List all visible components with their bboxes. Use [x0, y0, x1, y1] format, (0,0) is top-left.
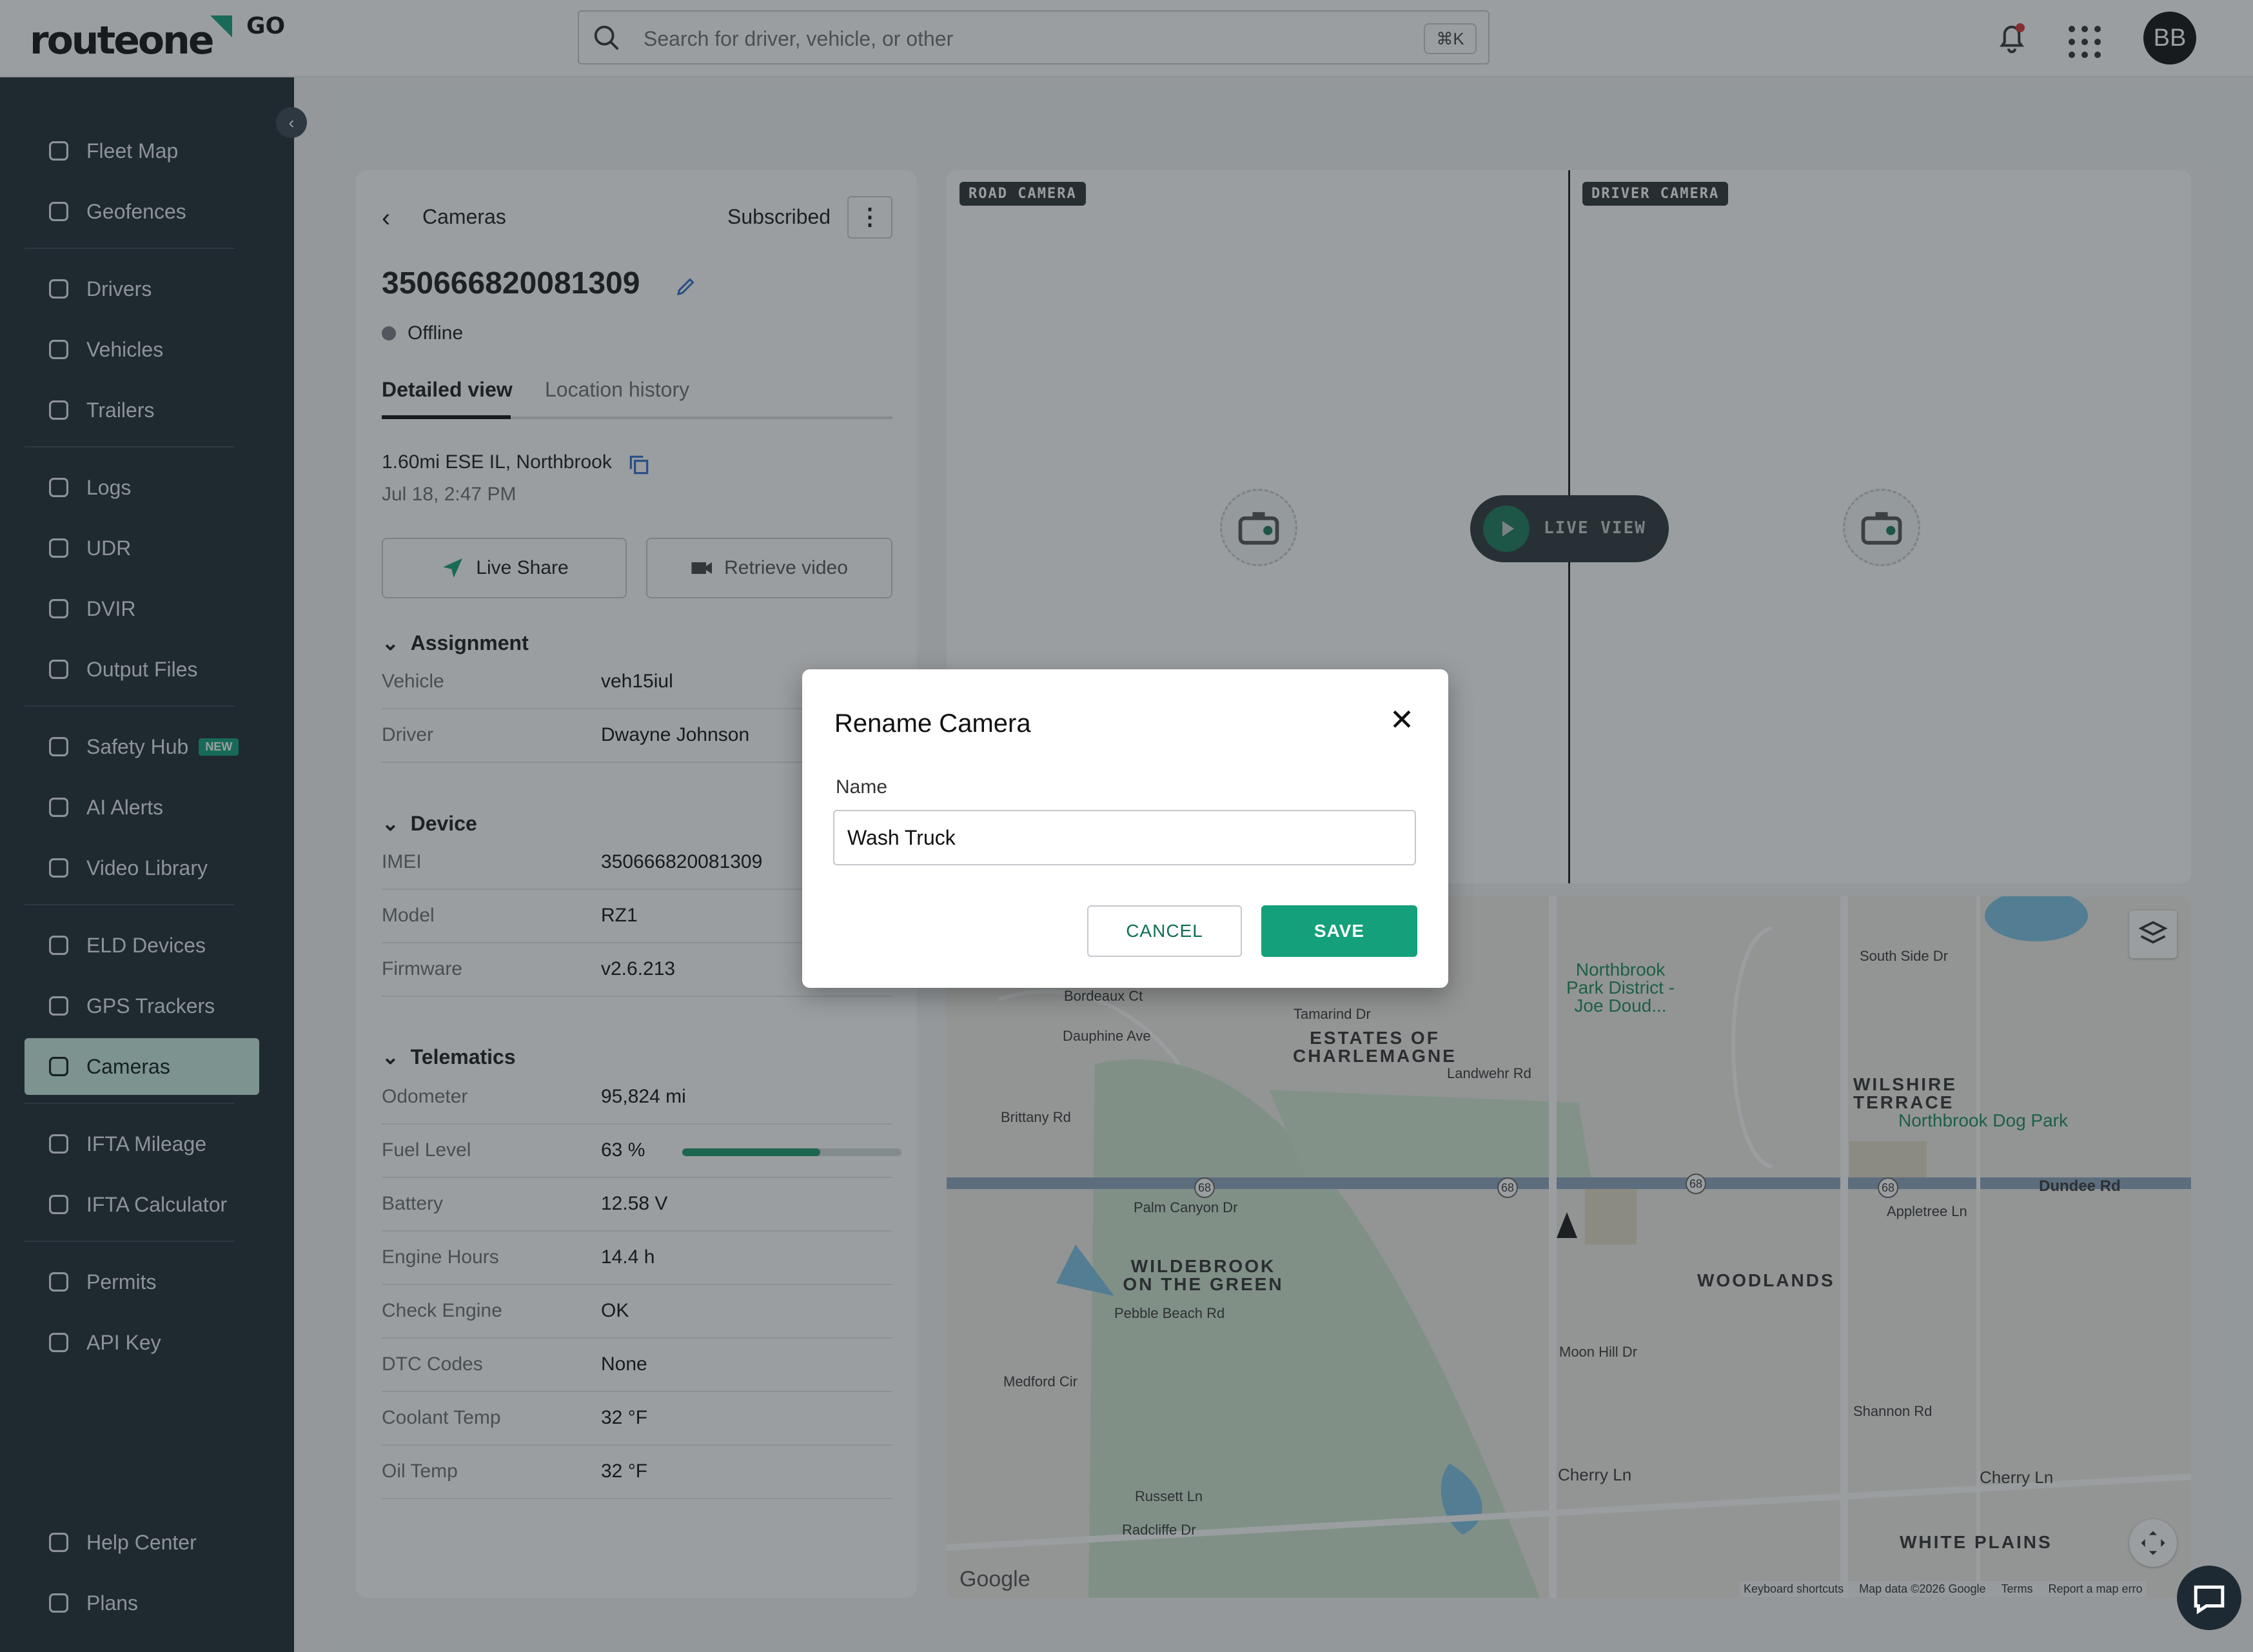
cancel-button[interactable]: CANCEL — [1087, 905, 1242, 957]
close-icon[interactable]: ✕ — [1384, 702, 1420, 738]
save-button[interactable]: SAVE — [1261, 905, 1417, 957]
name-field-label: Name — [836, 776, 888, 798]
chat-button[interactable] — [2177, 1566, 2241, 1630]
camera-name-input[interactable] — [833, 810, 1416, 865]
dialog-title: Rename Camera — [834, 709, 1031, 738]
chat-icon — [2194, 1585, 2225, 1615]
rename-camera-dialog: Rename Camera ✕ Name CANCEL SAVE — [802, 669, 1448, 988]
